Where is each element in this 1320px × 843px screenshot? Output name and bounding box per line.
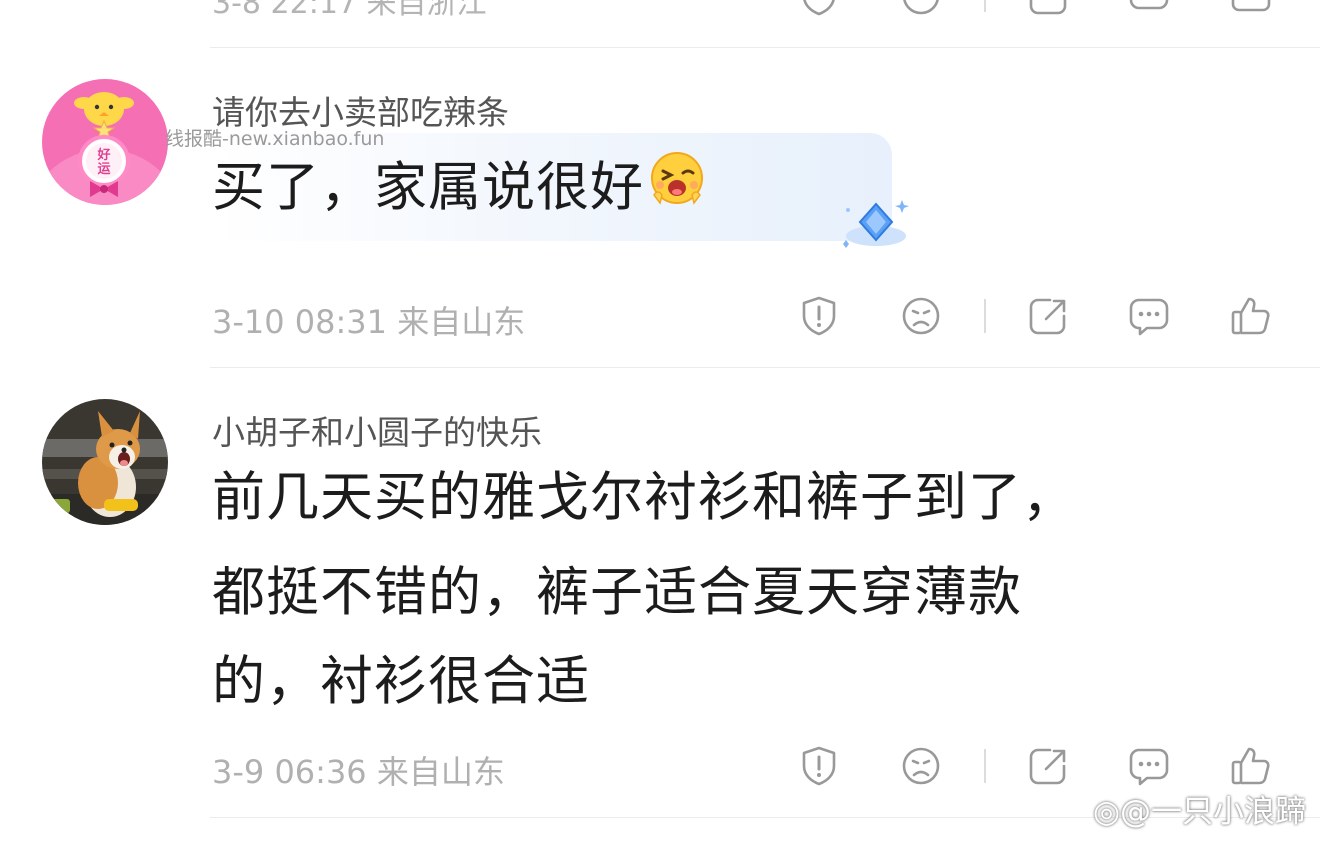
dislike-icon[interactable] xyxy=(899,0,943,18)
comment-actions xyxy=(0,744,1320,792)
comment-icon[interactable] xyxy=(1127,294,1171,338)
comment-text: 买了，家属说很好 xyxy=(212,147,706,231)
dislike-icon[interactable] xyxy=(899,744,943,788)
weibo-logo-icon: ◎ xyxy=(1092,794,1120,830)
report-icon[interactable] xyxy=(797,294,841,338)
comment-icon[interactable] xyxy=(1127,0,1171,18)
action-separator xyxy=(984,299,986,333)
weibo-watermark: ◎@一只小浪蹄 xyxy=(1093,786,1306,831)
svg-text:好: 好 xyxy=(96,147,110,163)
share-icon[interactable] xyxy=(1026,294,1070,338)
comment-text-line: 前几天买的雅戈尔衬衫和裤子到了， xyxy=(212,467,1076,528)
previous-comment-footer: 3-8 22:17 来自浙江 xyxy=(0,0,1320,22)
like-icon[interactable] xyxy=(1229,0,1273,18)
wink-face-icon xyxy=(648,149,706,231)
comment-feed: 3-8 22:17 来自浙江 好 运 请你去小卖部吃辣条 买了，家属说很好 3-… xyxy=(0,0,1320,843)
report-icon[interactable] xyxy=(797,744,841,788)
like-icon[interactable] xyxy=(1229,744,1273,788)
divider xyxy=(210,47,1320,48)
comment-icon[interactable] xyxy=(1127,744,1171,788)
diamond-badge-icon xyxy=(838,196,914,260)
comment-actions xyxy=(0,0,1320,22)
report-icon[interactable] xyxy=(797,0,841,18)
dislike-icon[interactable] xyxy=(899,294,943,338)
username[interactable]: 小胡子和小圆子的快乐 xyxy=(212,406,542,454)
divider xyxy=(210,367,1320,368)
action-separator xyxy=(984,749,986,783)
comment-text-line: 都挺不错的，裤子适合夏天穿薄款 xyxy=(212,562,1022,623)
action-separator xyxy=(984,0,986,12)
share-icon[interactable] xyxy=(1026,0,1070,18)
watermark-text: 线报酷-new.xianbao.fun xyxy=(165,128,385,150)
share-icon[interactable] xyxy=(1026,744,1070,788)
comment-text-content: 买了，家属说很好 xyxy=(212,157,644,218)
avatar[interactable] xyxy=(42,399,168,525)
comment-text-line: 的，衬衫很合适 xyxy=(212,651,590,712)
like-icon[interactable] xyxy=(1229,294,1273,338)
watermark-handle: @一只小浪蹄 xyxy=(1120,794,1306,830)
avatar[interactable]: 好 运 xyxy=(42,79,168,205)
comment-actions xyxy=(0,294,1320,342)
svg-text:运: 运 xyxy=(97,162,110,177)
